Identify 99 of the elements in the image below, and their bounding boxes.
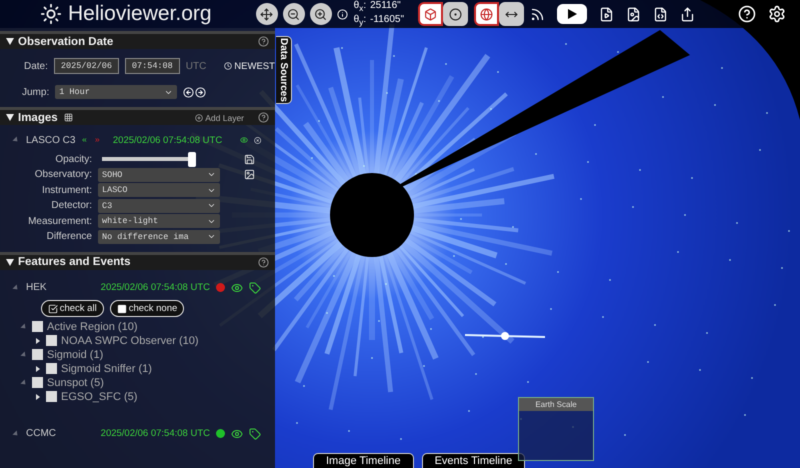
coordinate-value: -11605"	[370, 14, 404, 27]
field-label: Observatory:	[34, 169, 92, 180]
coordinate-label: θ$_{y}$:	[354, 14, 366, 28]
layer-name: LASCO C3	[26, 134, 76, 146]
check-none-button[interactable]: check none	[110, 300, 184, 317]
layer-timestamp: 2025/02/06 07:54:08 UTC	[112, 134, 222, 146]
jump-label: Jump:	[22, 86, 50, 98]
target-toggle[interactable]	[443, 2, 468, 26]
field-select[interactable]: No difference ima	[98, 230, 220, 244]
tree-caret-icon[interactable]	[36, 394, 40, 400]
image-icon[interactable]	[244, 169, 255, 180]
image-file-icon[interactable]	[626, 6, 642, 22]
source-timestamp: 2025/02/06 07:54:08 UTC	[100, 282, 210, 293]
time-field[interactable]: 07:54:08	[124, 58, 180, 74]
tag-icon[interactable]	[249, 428, 261, 440]
source-name: CCMC	[26, 428, 56, 439]
settings-icon[interactable]	[768, 5, 786, 23]
clock-icon	[224, 62, 232, 70]
checkbox[interactable]	[32, 349, 43, 360]
help-icon[interactable]	[258, 36, 269, 47]
coordinate-label: θ$_{x}$:	[354, 0, 366, 14]
zoom-out-icon	[287, 8, 300, 20]
coordinate-value: 25116"	[370, 0, 401, 13]
empty-box-icon	[116, 304, 127, 314]
tree-item[interactable]: NOAA SWPC Observer (10)	[61, 334, 199, 346]
info-icon[interactable]	[336, 8, 348, 20]
collapse-caret-icon[interactable]	[12, 136, 20, 144]
checkbox[interactable]	[46, 391, 57, 402]
play-icon	[567, 9, 578, 19]
play-button[interactable]	[557, 4, 588, 24]
checkbox[interactable]	[32, 321, 43, 332]
add-layer-button[interactable]: Add Layer	[189, 110, 250, 124]
arrows-toggle[interactable]	[499, 2, 524, 26]
section-title[interactable]: Images	[18, 112, 58, 124]
center-button[interactable]	[256, 3, 278, 25]
jump-select[interactable]: 1 Hour	[55, 85, 178, 99]
code-file-icon[interactable]	[653, 6, 668, 22]
checkbox[interactable]	[46, 363, 57, 374]
cube-toggle[interactable]	[418, 2, 444, 26]
collapse-triangle-icon[interactable]	[6, 38, 14, 45]
share-icon[interactable]	[680, 6, 696, 22]
remove-icon[interactable]	[254, 134, 261, 146]
field-label: Instrument:	[40, 184, 92, 196]
field-label: Difference	[46, 231, 92, 242]
eye-icon[interactable]	[231, 428, 243, 440]
slider-thumb[interactable]	[188, 152, 196, 166]
movie-file-icon[interactable]	[599, 6, 614, 22]
section-title[interactable]: Features and Events	[18, 256, 258, 268]
zoom-in-button[interactable]	[310, 3, 332, 25]
newest-button[interactable]: NEWEST	[218, 58, 275, 74]
zoom-out-button[interactable]	[282, 3, 305, 25]
date-field[interactable]: 2025/02/06	[54, 58, 119, 74]
cube-icon	[424, 8, 438, 20]
sun-logo-icon	[40, 3, 62, 25]
plus-icon	[195, 114, 204, 122]
tree-item[interactable]: Sigmoid (1)	[47, 348, 104, 360]
help-icon[interactable]	[258, 256, 269, 268]
grid-icon[interactable]	[64, 113, 73, 122]
tree-caret-icon[interactable]	[36, 338, 40, 344]
checked-box-icon	[48, 304, 58, 314]
field-label: Detector:	[50, 200, 92, 212]
checkbox[interactable]	[46, 335, 57, 346]
tag-icon[interactable]	[249, 282, 261, 294]
field-select[interactable]: SOHO	[98, 168, 220, 182]
date-label: Date:	[24, 60, 48, 72]
zoom-in-icon	[314, 8, 328, 20]
tree-item[interactable]: Sigmoid Sniffer (1)	[61, 362, 152, 374]
eye-icon[interactable]	[231, 282, 243, 294]
collapse-triangle-icon[interactable]	[6, 258, 14, 266]
field-select[interactable]: white-light	[98, 214, 220, 228]
timeline-tab[interactable]: Image Timeline	[313, 453, 414, 468]
collapse-caret-icon[interactable]	[12, 430, 20, 438]
target-icon	[449, 8, 462, 20]
logo-text: Helioviewer.org	[68, 2, 212, 26]
help-icon[interactable]	[258, 112, 269, 123]
field-label: Measurement:	[27, 216, 92, 227]
save-icon[interactable]	[244, 154, 255, 164]
tree-caret-icon[interactable]	[36, 366, 40, 372]
tree-item[interactable]: EGSO_SFC (5)	[61, 390, 138, 402]
globe-icon	[480, 8, 494, 20]
check-all-button[interactable]: check all	[40, 300, 104, 317]
source-name: HEK	[26, 282, 47, 293]
globe-toggle[interactable]	[474, 2, 500, 26]
section-title[interactable]: Observation Date	[18, 36, 258, 48]
rss-icon[interactable]	[530, 6, 546, 22]
source-timestamp: 2025/02/06 07:54:08 UTC	[100, 428, 210, 439]
field-label: Opacity:	[54, 154, 92, 164]
collapse-caret-icon[interactable]	[12, 284, 20, 292]
move-icon	[260, 8, 274, 20]
checkbox[interactable]	[32, 377, 43, 388]
tree-item[interactable]: Active Region (10)	[47, 320, 138, 332]
earth-scale-title: Earth Scale	[519, 398, 593, 411]
timezone-label: UTC	[186, 60, 206, 72]
tree-item[interactable]: Sunspot (5)	[47, 376, 104, 388]
collapse-triangle-icon[interactable]	[6, 114, 14, 121]
field-select[interactable]: C3	[98, 198, 220, 213]
field-select[interactable]: LASCO	[98, 183, 220, 198]
timeline-tab[interactable]: Events Timeline	[422, 453, 526, 468]
data-sources-tab[interactable]: Data Sources	[276, 36, 292, 104]
